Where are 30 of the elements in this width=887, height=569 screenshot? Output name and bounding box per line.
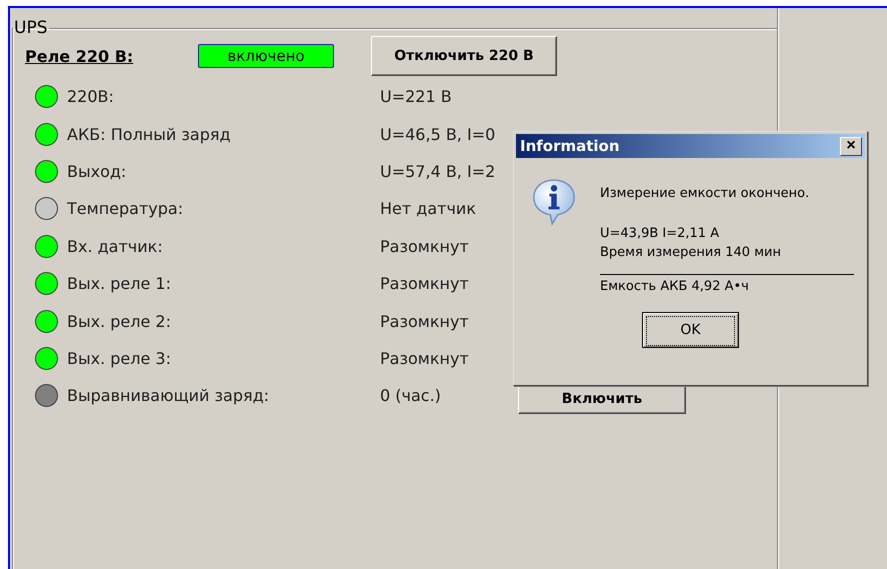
row-label: Выравнивающий заряд: xyxy=(67,386,270,406)
row-label: Температура: xyxy=(67,199,184,218)
row-label: АКБ: Полный заряд xyxy=(67,124,232,144)
row-value: Нет датчик xyxy=(380,199,477,218)
ok-button[interactable]: OK xyxy=(642,312,739,348)
message-text: U=43,9В I=2,11 А xyxy=(600,225,720,243)
relay-status: включено xyxy=(198,44,334,68)
dialog-title: Information xyxy=(520,137,620,155)
row-label: Вых. реле 3: xyxy=(67,348,172,368)
row-label: Вых. реле 1: xyxy=(67,274,172,294)
relay-off-button[interactable]: Отключить 220 В xyxy=(371,36,557,76)
relay-label: Реле 220 В: xyxy=(25,46,134,66)
row-value: U=57,4 В, I=2 xyxy=(380,162,496,181)
message-text: Измерение емкости окончено. xyxy=(600,185,810,203)
row-value: U=221 В xyxy=(380,87,453,106)
row-label: 220В: xyxy=(67,87,115,106)
close-button[interactable]: × xyxy=(840,136,862,156)
row-label: Вх. датчик: xyxy=(67,236,164,256)
row-value: U=46,5 В, I=0 xyxy=(380,124,496,144)
group-title: UPS xyxy=(13,18,48,38)
capacity-text: Емкость АКБ 4,92 А•ч xyxy=(600,274,854,294)
row-value: Разомкнут xyxy=(380,236,470,256)
row-label: Выход: xyxy=(67,162,128,181)
row-value: 0 (час.) xyxy=(380,386,442,406)
row-value: Разомкнут xyxy=(380,274,470,294)
row-value: Разомкнут xyxy=(380,348,470,368)
info-icon xyxy=(532,178,576,226)
row-value: Разомкнут xyxy=(380,312,470,331)
row-label: Вых. реле 2: xyxy=(67,312,172,331)
message-text: Время измерения 140 мин xyxy=(600,244,782,262)
